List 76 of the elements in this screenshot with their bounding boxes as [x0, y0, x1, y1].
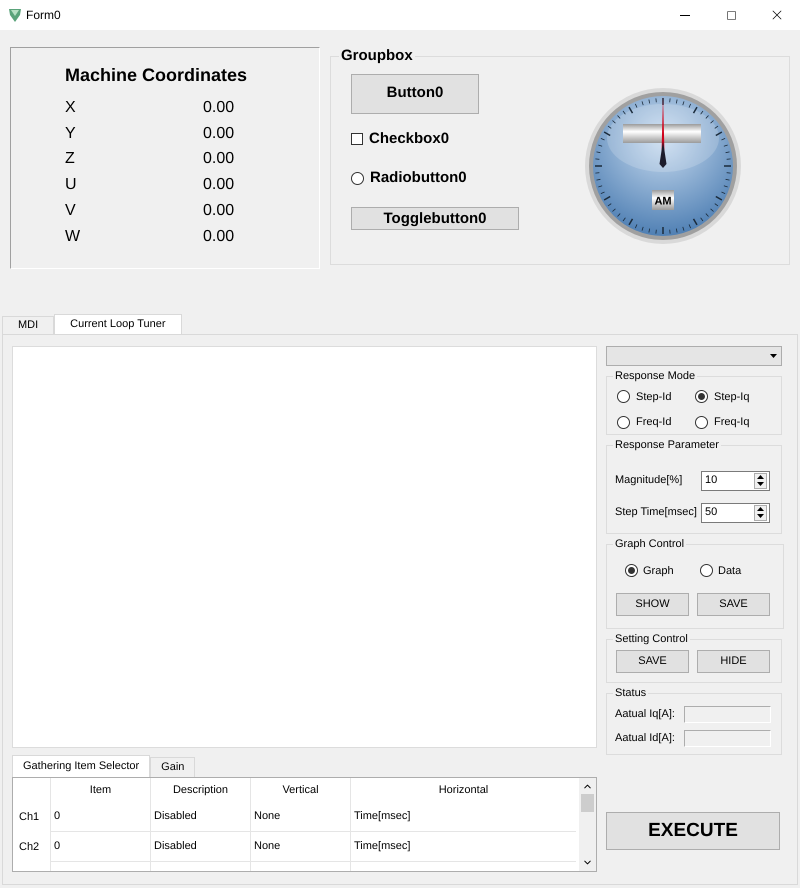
axis-value: 0.00: [203, 98, 234, 118]
table-cell: Disabled: [150, 802, 250, 832]
spin-arrows-icon: [757, 475, 764, 486]
row-header: Ch1: [18, 810, 40, 825]
radio-button[interactable]: [617, 416, 630, 429]
push-button[interactable]: SAVE: [697, 593, 770, 616]
radio-label: Freq-Id: [636, 415, 672, 430]
radio-button[interactable]: [617, 390, 630, 404]
scroll-bar[interactable]: [579, 778, 596, 871]
field-label: Aatual Id[A]:: [615, 730, 676, 746]
tab[interactable]: MDI: [2, 316, 54, 334]
radio-label: Step-Id: [636, 390, 672, 404]
execute-button[interactable]: EXECUTE: [606, 812, 780, 850]
axis-label: U: [65, 175, 78, 196]
spin-box[interactable]: 10: [701, 470, 770, 490]
row-header: Ch2: [18, 840, 40, 855]
axis-label: V: [65, 201, 77, 222]
field-label: Step Time[msec]: [615, 505, 698, 520]
window-title: Form0: [26, 7, 61, 24]
axis-value: 0.00: [203, 124, 234, 144]
push-button[interactable]: SHOW: [616, 593, 689, 616]
toggle-button[interactable]: Togglebutton0: [351, 206, 519, 230]
axis-value: 0.00: [203, 149, 234, 170]
spin-box[interactable]: 50: [701, 502, 770, 522]
maximize-icon: [726, 10, 736, 20]
field-label: Aatual Iq[A]:: [615, 706, 676, 722]
column-header: Horizontal: [350, 778, 576, 802]
column-header: Vertical: [250, 778, 350, 802]
group-title: Status: [614, 686, 648, 701]
axis-value: 0.00: [203, 175, 234, 196]
table-cell: Time[msec]: [350, 832, 576, 862]
group-title: Setting Control: [614, 632, 689, 647]
group-title: Response Mode: [614, 369, 696, 384]
tab[interactable]: Gain: [150, 757, 196, 777]
scroll-thumb[interactable]: [581, 794, 594, 812]
tab[interactable]: Gathering Item Selector: [12, 755, 150, 777]
table-cell: 0: [50, 832, 150, 862]
axis-value: 0.00: [203, 226, 234, 247]
table-cell: None: [250, 832, 350, 862]
group-title: Response Parameter: [614, 438, 720, 453]
push-button[interactable]: HIDE: [697, 650, 770, 672]
axis-label: Z: [65, 149, 76, 170]
gauge-label: AM: [654, 195, 672, 207]
field-label: Magnitude[%]: [615, 473, 684, 488]
radio-label: Radiobutton0: [370, 168, 467, 188]
checkbox-label: Checkbox0: [369, 128, 450, 148]
radio-button[interactable]: [695, 390, 708, 404]
spin-arrows-icon: [757, 507, 764, 518]
radio-button[interactable]: [695, 416, 708, 429]
group-title: Graph Control: [614, 537, 686, 552]
radio-label: Data: [718, 564, 742, 578]
push-button[interactable]: SAVE: [616, 650, 689, 672]
gem-icon: [8, 7, 22, 23]
table-cell: 0: [50, 802, 150, 832]
tab[interactable]: Current Loop Tuner: [54, 314, 182, 334]
radio-label: Step-Iq: [714, 390, 750, 404]
group-title: Groupbox: [340, 46, 414, 66]
push-button[interactable]: Button0: [351, 74, 479, 114]
axis-label: W: [65, 226, 82, 247]
axis-value: 0.00: [203, 201, 234, 222]
table-cell: Time[msec]: [350, 802, 576, 832]
column-header: Item: [50, 778, 150, 802]
dropdown-arrow-icon: [770, 354, 777, 358]
axis-label: Y: [65, 124, 77, 144]
panel-title: Machine Coordinates: [65, 64, 248, 87]
radio-button[interactable]: [700, 564, 713, 578]
minimize-icon: [680, 14, 690, 16]
column-header: Description: [150, 778, 250, 802]
radio-button[interactable]: [351, 172, 364, 185]
axis-label: X: [65, 98, 77, 118]
table-cell: Disabled: [150, 832, 250, 862]
radio-label: Freq-Iq: [714, 415, 750, 430]
checkbox[interactable]: [351, 132, 363, 145]
radio-button[interactable]: [625, 564, 638, 578]
table-cell: None: [250, 802, 350, 832]
radio-label: Graph: [643, 564, 674, 578]
